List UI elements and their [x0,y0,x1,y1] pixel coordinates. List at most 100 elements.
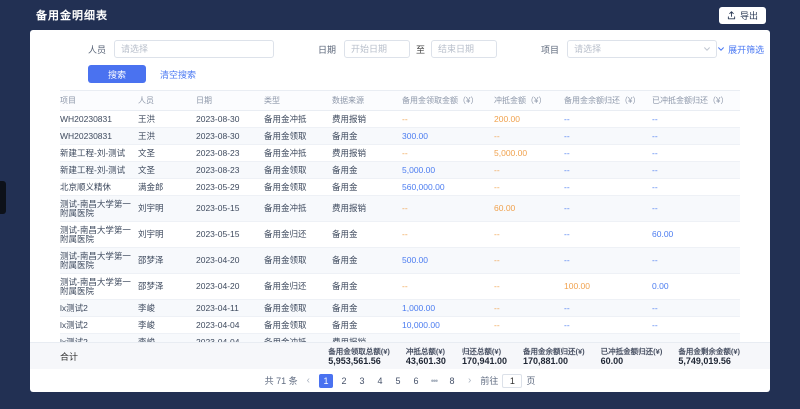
type-cell: 备用金领取 [264,179,332,196]
table-row[interactable]: 测试-南昌大学第一附属医院刘宇明2023-05-15备用金冲抵费用报销--60.… [60,196,740,222]
source-cell: 备用金 [332,222,402,248]
offset_return-cell: -- [652,248,740,274]
date-cell: 2023-05-15 [196,222,264,248]
received-cell [402,334,494,343]
date-cell: 2023-08-30 [196,111,264,128]
table-row[interactable]: WH20230831王洪2023-08-30备用金冲抵费用报销--200.00-… [60,111,740,128]
table-row[interactable]: lx测试2李峻2023-04-04备用金冲抵费用报销 [60,334,740,343]
source-cell: 费用报销 [332,145,402,162]
action-bar: 搜索 清空搜索 [30,60,770,84]
page-button[interactable]: 8 [445,374,459,388]
col-date: 日期 [196,91,264,111]
page-button[interactable]: 4 [373,374,387,388]
offset-cell: 60.00 [494,196,564,222]
person-cell: 刘宇明 [138,196,196,222]
date-end-input[interactable] [431,40,497,58]
received-cell: -- [402,222,494,248]
table-row[interactable]: lx测试2李峻2023-04-11备用金领取备用金1,000.00------ [60,300,740,317]
summary-stat-label: 归还总额(¥) [462,347,507,356]
received-cell: 560,000.00 [402,179,494,196]
page-button[interactable]: 2 [337,374,351,388]
offset-cell: -- [494,300,564,317]
person-cell: 李峻 [138,334,196,343]
offset-cell: -- [494,222,564,248]
summary-stat: 归还总额(¥)170,941.00 [462,347,507,366]
summary-stats: 备用金领取总额(¥)5,953,561.56冲抵总额(¥)43,601.30归还… [328,347,740,366]
source-cell: 备用金 [332,274,402,300]
project-filter: 项目 [541,40,717,58]
table-header-row: 项目 人员 日期 类型 数据来源 备用金领取金额（¥） 冲抵金额（¥） 备用金余… [60,91,740,111]
page-title: 备用金明细表 [36,7,108,23]
type-cell: 备用金冲抵 [264,145,332,162]
type-cell: 备用金领取 [264,162,332,179]
person-cell: 李峻 [138,300,196,317]
date-filter-label: 日期 [318,43,336,56]
pagination: 共 71 条 ‹ 123456•••8 › 前往 页 [30,369,770,392]
col-offset-amount: 冲抵金额（¥） [494,91,564,111]
received-cell: -- [402,111,494,128]
search-button[interactable]: 搜索 [88,65,146,83]
person-cell: 文圣 [138,145,196,162]
project-cell: WH20230831 [60,128,138,145]
date-cell: 2023-05-29 [196,179,264,196]
side-drawer-handle[interactable] [0,181,6,214]
table-row[interactable]: 测试-南昌大学第一附属医院邵梦泽2023-04-20备用金领取备用金500.00… [60,248,740,274]
offset-cell: -- [494,128,564,145]
date-filter: 日期 至 [318,40,497,58]
summary-label: 合计 [60,350,78,363]
type-cell: 备用金领取 [264,317,332,334]
export-button[interactable]: 导出 [719,7,766,24]
offset-cell: 200.00 [494,111,564,128]
page-button[interactable]: 1 [319,374,333,388]
project-cell: 测试-南昌大学第一附属医院 [60,274,138,300]
source-cell: 备用金 [332,128,402,145]
balance_return-cell: -- [564,196,652,222]
expand-filter-label: 展开筛选 [728,43,764,56]
clear-search-button[interactable]: 清空搜索 [160,68,196,81]
prev-page-button[interactable]: ‹ [305,375,312,386]
project-select-wrap [567,40,717,58]
export-label: 导出 [740,9,758,22]
col-balance-return: 备用金余额归还（¥） [564,91,652,111]
page-jump-input[interactable] [502,374,522,388]
offset_return-cell: -- [652,128,740,145]
project-cell: 新建工程-刘-测试 [60,162,138,179]
date-start-input[interactable] [344,40,410,58]
balance_return-cell: -- [564,162,652,179]
offset_return-cell: 0.00 [652,274,740,300]
expand-filter-link[interactable]: 展开筛选 [717,43,764,56]
page-button[interactable]: 5 [391,374,405,388]
person-filter: 人员 [88,40,274,58]
person-cell: 满金郎 [138,179,196,196]
table-row[interactable]: 新建工程-刘-测试文圣2023-08-23备用金领取备用金5,000.00---… [60,162,740,179]
summary-stat: 已冲抵金额归还(¥)60.00 [601,347,663,366]
summary-stat-value: 43,601.30 [406,356,446,366]
page-button[interactable]: 3 [355,374,369,388]
type-cell: 备用金领取 [264,300,332,317]
person-cell: 王洪 [138,128,196,145]
offset_return-cell: -- [652,317,740,334]
table-row[interactable]: lx测试2李峻2023-04-04备用金领取备用金10,000.00------ [60,317,740,334]
offset_return-cell: -- [652,300,740,317]
project-select[interactable] [567,40,717,58]
type-cell: 备用金归还 [264,274,332,300]
summary-stat-value: 170,881.00 [523,356,585,366]
project-filter-label: 项目 [541,43,559,56]
table-row[interactable]: WH20230831王洪2023-08-30备用金领取备用金300.00----… [60,128,740,145]
balance_return-cell: -- [564,300,652,317]
export-icon [727,11,736,20]
table-row[interactable]: 北京顺义精休满金郎2023-05-29备用金领取备用金560,000.00---… [60,179,740,196]
person-select[interactable] [114,40,274,58]
date-cell: 2023-08-30 [196,128,264,145]
received-cell: 500.00 [402,248,494,274]
table-row[interactable]: 测试-南昌大学第一附属医院刘宇明2023-05-15备用金归还备用金------… [60,222,740,248]
next-page-button[interactable]: › [466,375,473,386]
table-row[interactable]: 新建工程-刘-测试文圣2023-08-23备用金冲抵费用报销--5,000.00… [60,145,740,162]
project-cell: 新建工程-刘-测试 [60,145,138,162]
summary-stat-label: 备用金领取总额(¥) [328,347,390,356]
summary-stat-label: 冲抵总额(¥) [406,347,446,356]
table-row[interactable]: 测试-南昌大学第一附属医院邵梦泽2023-04-20备用金归还备用金----10… [60,274,740,300]
person-cell: 刘宇明 [138,222,196,248]
col-project: 项目 [60,91,138,111]
page-button[interactable]: 6 [409,374,423,388]
